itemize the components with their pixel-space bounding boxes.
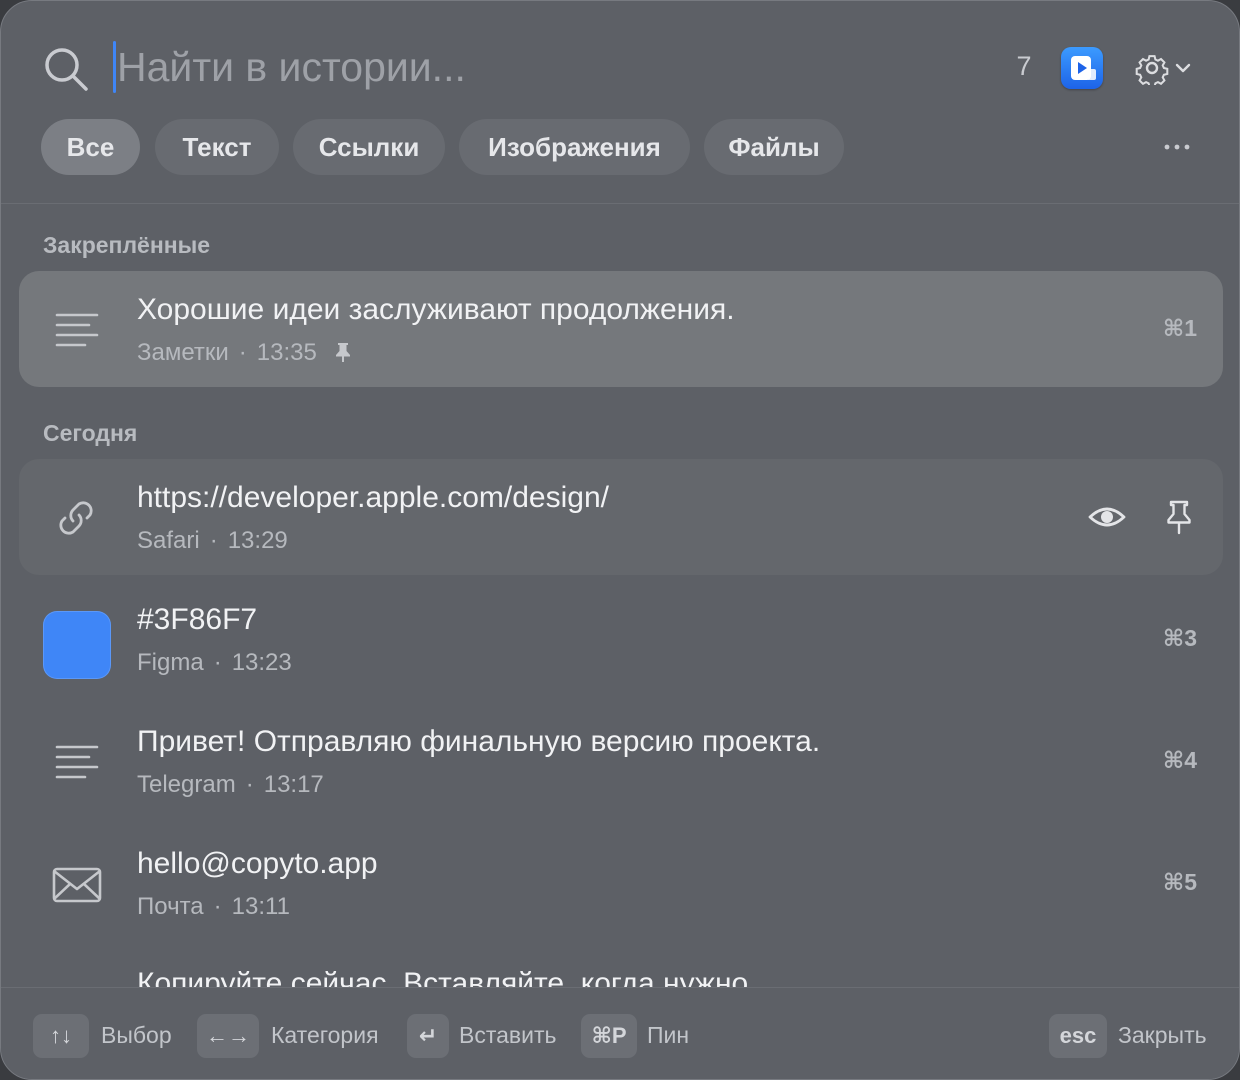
item-meta: Telegram · 13:17 xyxy=(137,771,324,798)
hint-label-category: Категория xyxy=(271,1022,379,1048)
item-meta: Figma · 13:23 xyxy=(137,649,292,676)
item-time: 13:11 xyxy=(231,893,290,920)
item-title: Хорошие идеи заслуживают продолжения. xyxy=(137,293,735,326)
history-item[interactable]: https://developer.apple.com/design/ Safa… xyxy=(19,459,1223,575)
search-icon xyxy=(45,48,88,91)
gear-icon xyxy=(1135,55,1169,85)
item-source: Заметки xyxy=(137,339,229,366)
history-item[interactable]: hello@copyto.app Почта · 13:11 ⌘5 xyxy=(19,825,1223,941)
key-hint-pin: ⌘P xyxy=(581,1014,637,1058)
item-meta: Заметки · 13:35 xyxy=(137,339,352,367)
key-hint-paste: ↵ xyxy=(407,1014,449,1058)
search-input[interactable] xyxy=(117,39,977,95)
text-lines-icon xyxy=(55,313,99,347)
item-source: Safari xyxy=(137,527,200,554)
hint-label-paste: Вставить xyxy=(459,1022,557,1048)
history-item[interactable]: #3F86F7 Figma · 13:23 ⌘3 xyxy=(19,581,1223,697)
pin-icon xyxy=(335,343,350,362)
hint-label-select: Выбор xyxy=(101,1022,172,1048)
item-title: https://developer.apple.com/design/ xyxy=(137,481,609,514)
clipboard-history-window: 7 Все Текст Ссылки Изображения Ф xyxy=(0,0,1240,1080)
color-swatch xyxy=(43,611,111,679)
key-hint-category: ←→ xyxy=(197,1014,259,1058)
header-divider xyxy=(1,203,1239,204)
filter-all[interactable]: Все xyxy=(41,119,140,175)
hint-label-close: Закрыть xyxy=(1118,1022,1207,1048)
item-time: 13:29 xyxy=(227,527,288,554)
keyboard-hints-footer: ↑↓ Выбор ←→ Категория ↵ Вставить ⌘P Пин … xyxy=(1,987,1239,1079)
item-source: Figma xyxy=(137,649,204,676)
app-logo-icon[interactable] xyxy=(1061,47,1103,89)
item-time: 13:35 xyxy=(256,339,317,366)
filter-links[interactable]: Ссылки xyxy=(293,119,445,175)
text-lines-icon xyxy=(55,745,99,779)
item-shortcut: ⌘3 xyxy=(1162,625,1197,651)
filter-files[interactable]: Файлы xyxy=(704,119,844,175)
item-title: Привет! Отправляю финальную версию проек… xyxy=(137,725,821,758)
text-caret xyxy=(113,41,116,93)
pin-button-icon[interactable] xyxy=(1163,499,1195,535)
section-today-label: Сегодня xyxy=(43,420,138,446)
item-meta: Почта · 13:11 xyxy=(137,893,290,920)
item-source: Telegram xyxy=(137,771,236,798)
key-hint-select: ↑↓ xyxy=(33,1014,89,1058)
item-shortcut: ⌘1 xyxy=(1162,315,1197,341)
mail-icon xyxy=(52,867,102,903)
result-count: 7 xyxy=(1016,51,1032,81)
filter-text[interactable]: Текст xyxy=(155,119,279,175)
item-shortcut: ⌘4 xyxy=(1162,747,1197,773)
history-item-selected[interactable]: Хорошие идеи заслуживают продолжения. За… xyxy=(19,271,1223,387)
more-options-icon[interactable] xyxy=(1153,131,1201,163)
preview-eye-icon[interactable] xyxy=(1087,499,1127,535)
item-time: 13:17 xyxy=(263,771,324,798)
link-icon xyxy=(59,501,93,535)
settings-menu-button[interactable] xyxy=(1135,49,1195,87)
section-pinned-label: Закреплённые xyxy=(43,232,211,258)
filter-images[interactable]: Изображения xyxy=(459,119,690,175)
hint-label-pin: Пин xyxy=(647,1022,690,1048)
item-source: Почта xyxy=(137,893,204,920)
item-title: #3F86F7 xyxy=(137,603,258,636)
item-shortcut: ⌘5 xyxy=(1162,869,1197,895)
item-meta: Safari · 13:29 xyxy=(137,527,288,554)
history-item[interactable]: Привет! Отправляю финальную версию проек… xyxy=(19,703,1223,819)
chevron-down-icon xyxy=(1175,63,1191,73)
key-hint-close: esc xyxy=(1049,1014,1107,1058)
item-title: hello@copyto.app xyxy=(137,847,378,880)
item-time: 13:23 xyxy=(231,649,292,676)
search-bar: 7 xyxy=(1,1,1239,113)
